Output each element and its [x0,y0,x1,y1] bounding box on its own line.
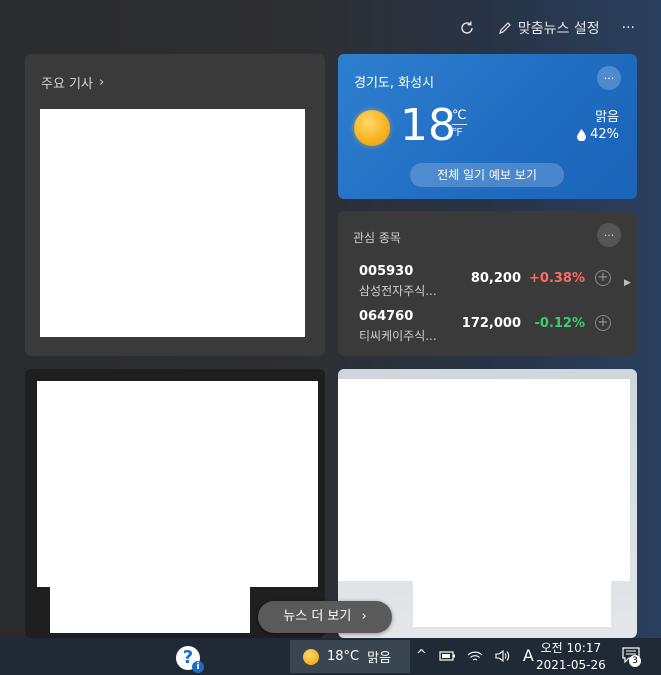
weather-temperature: 18 [400,100,456,151]
stock-price: 80,200 [470,271,521,286]
top-stories-title: 주요 기사 [41,77,93,92]
taskbar: ? i 18°C 맑음 ^ A 오전 10:17 2021-05-26 3 [0,638,661,675]
chevron-right-icon: › [361,609,367,624]
taskbar-temperature: 18°C [327,649,360,664]
clock-time: 오전 10:17 [540,641,602,655]
notification-count-badge: 3 [629,655,641,667]
info-badge-icon: i [192,661,204,673]
top-stories-card: 주요 기사 › [25,54,325,356]
redacted-news-title [50,587,250,633]
redacted-news-title [413,581,611,627]
chevron-right-icon: › [98,75,105,90]
top-stories-header[interactable]: 주요 기사 › [41,73,104,92]
add-stock-button[interactable]: + [595,270,611,286]
stock-name: 삼성전자주식... [359,284,437,298]
sunny-icon [354,110,390,146]
stock-code: 005930 [359,264,414,279]
more-news-label: 뉴스 더 보기 [283,609,352,624]
taskbar-condition: 맑음 [367,651,392,666]
system-tray: ^ A [416,646,534,665]
refresh-icon [461,21,473,34]
weather-card[interactable]: 경기도, 화성시 ··· 18 ℃ ℉ 맑음 42% 전체 일기 예보 보기 [338,54,637,199]
redacted-news-image [37,381,318,587]
more-options-button[interactable]: ··· [622,20,635,36]
clock-date: 2021-05-26 [536,658,606,672]
refresh-button[interactable] [458,19,476,37]
news-card-left[interactable] [25,369,325,638]
full-forecast-button[interactable]: 전체 일기 예보 보기 [410,163,564,187]
humidity-value: 42% [590,127,619,142]
weather-more-button[interactable]: ··· [597,66,621,90]
watchlist-card: 관심 종목 ··· 005930 삼성전자주식... 80,200 +0.38%… [338,211,637,356]
next-page-arrow-icon[interactable]: ▶ [624,278,631,288]
stock-change: +0.38% [529,271,585,286]
watchlist-title: 관심 종목 [353,231,401,245]
personalize-label: 맞춤뉴스 설정 [517,21,600,37]
more-news-button[interactable]: 뉴스 더 보기 › [258,601,392,633]
stock-price: 172,000 [461,316,521,331]
weather-location: 경기도, 화성시 [354,76,435,91]
stock-row[interactable]: 005930 삼성전자주식... 80,200 +0.38% + [338,262,637,302]
taskbar-weather-button[interactable]: 18°C 맑음 [290,640,410,673]
weather-condition: 맑음 [595,110,619,125]
unit-fahrenheit[interactable]: ℉ [452,125,467,140]
input-method-indicator[interactable]: A [523,646,534,665]
pencil-icon [498,22,511,34]
help-icon[interactable]: ? i [176,646,204,673]
temperature-units[interactable]: ℃ ℉ [452,108,467,140]
unit-celsius[interactable]: ℃ [452,108,467,125]
personalize-button[interactable]: 맞춤뉴스 설정 [498,18,600,38]
droplet-icon [577,128,587,141]
watchlist-more-button[interactable]: ··· [597,223,621,247]
redacted-story-image[interactable] [40,109,305,337]
battery-icon[interactable] [438,649,456,663]
add-stock-button[interactable]: + [595,315,611,331]
show-hidden-icons-chevron-icon[interactable]: ^ [416,648,427,663]
volume-icon[interactable] [494,649,512,663]
stock-name: 티씨케이주식... [359,329,437,343]
redacted-news-image [338,379,630,581]
notification-center-button[interactable]: 3 [622,647,641,667]
news-card-right[interactable] [338,369,637,638]
stock-change: -0.12% [534,316,586,331]
widgets-toolbar: 맞춤뉴스 설정 ··· [458,14,635,42]
taskbar-clock[interactable]: 오전 10:17 2021-05-26 [536,640,606,674]
weather-humidity: 42% [577,127,619,142]
sunny-icon [303,648,319,665]
wifi-icon[interactable] [467,649,483,663]
stock-code: 064760 [359,309,414,324]
stock-row[interactable]: 064760 티씨케이주식... 172,000 -0.12% + [338,307,637,347]
